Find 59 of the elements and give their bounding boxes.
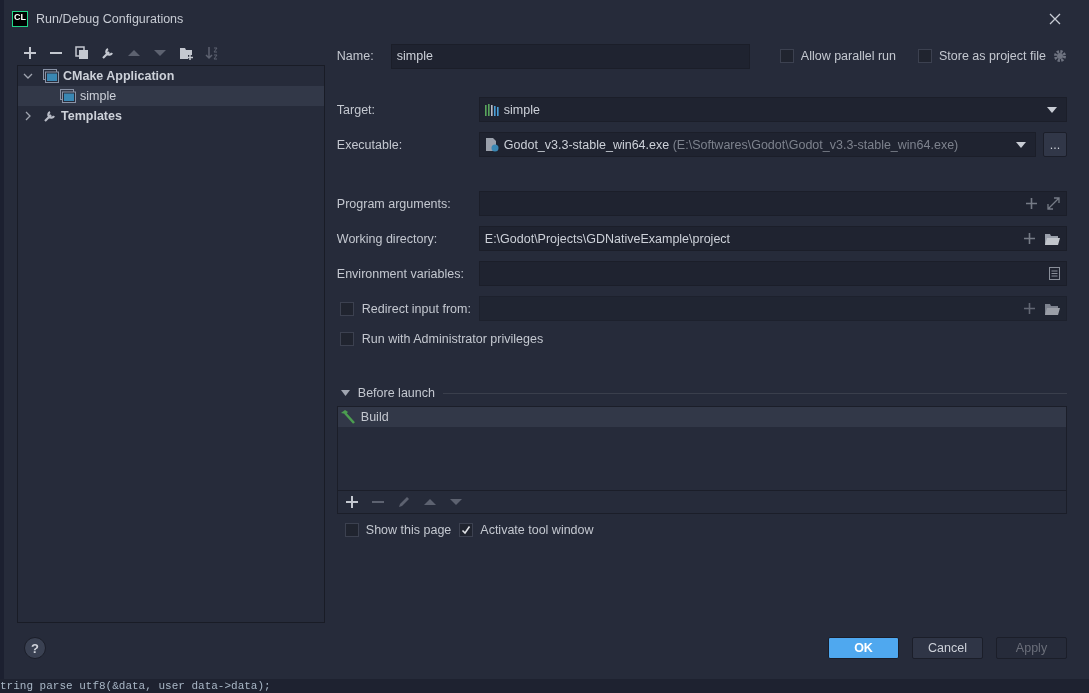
- input-field[interactable]: [478, 296, 1067, 321]
- document-icon[interactable]: [1049, 267, 1060, 280]
- name-label: Name:: [336, 49, 375, 63]
- help-button[interactable]: ?: [24, 637, 46, 659]
- dropdown-arrow-icon[interactable]: [1047, 106, 1057, 113]
- option-label: Show this page: [365, 523, 452, 537]
- tree-item[interactable]: simple: [18, 86, 324, 107]
- option-label: Activate tool window: [480, 523, 594, 537]
- bars-icon: [484, 103, 499, 116]
- folder-icon[interactable]: [1045, 232, 1060, 245]
- window-title: Run/Debug Configurations: [36, 12, 184, 26]
- checkbox[interactable]: [339, 301, 354, 316]
- browse-button[interactable]: ...: [1043, 132, 1067, 157]
- field-label: Environment variables:: [336, 266, 465, 281]
- window-icon: [43, 69, 59, 84]
- executable-label: Executable:: [336, 137, 404, 152]
- checkbox[interactable]: [339, 332, 354, 346]
- close-icon[interactable]: [1049, 13, 1061, 25]
- option-label: Store as project file: [939, 49, 1046, 63]
- copy-icon[interactable]: [75, 45, 89, 60]
- dropdown-arrow-icon[interactable]: [1016, 141, 1026, 148]
- app-logo: CL: [12, 11, 28, 27]
- add-icon[interactable]: [1026, 198, 1037, 209]
- input-field[interactable]: E:\Godot\Projects\GDNativeExample\project: [478, 226, 1067, 251]
- task-item[interactable]: Build: [337, 407, 1066, 427]
- tree-item[interactable]: CMake Application: [18, 66, 324, 87]
- name-field[interactable]: simple: [390, 43, 750, 69]
- code-line: tring parse utf8(&data, user data->data);: [0, 680, 271, 692]
- option-label: Allow parallel run: [800, 49, 896, 63]
- input-field[interactable]: [478, 191, 1067, 216]
- add-icon[interactable]: [23, 45, 37, 60]
- executable-dropdown[interactable]: Godot_v3.3-stable_win64.exe (E:\Softwares\Godot\Godot_v3.3-stable_win64.exe): [478, 132, 1036, 157]
- wrench-icon: [43, 109, 57, 124]
- field-label: Working directory:: [336, 231, 439, 246]
- folder-icon[interactable]: [1045, 302, 1060, 315]
- target-dropdown[interactable]: simple: [478, 97, 1067, 122]
- collapse-triangle-icon[interactable]: [340, 390, 350, 396]
- checkbox[interactable]: [918, 49, 932, 63]
- tree-item[interactable]: Templates: [18, 106, 324, 127]
- checkbox[interactable]: [344, 523, 359, 537]
- option-label: Run with Administrator privileges: [361, 332, 544, 346]
- window-icon: [60, 89, 76, 104]
- expand-icon[interactable]: [1047, 197, 1060, 210]
- checkbox[interactable]: [459, 523, 474, 537]
- section-title: Before launch: [357, 386, 435, 400]
- field-label: Redirect input from:: [361, 301, 471, 316]
- add-icon[interactable]: [1024, 233, 1035, 244]
- checkbox[interactable]: [779, 49, 794, 63]
- folder-plus-icon[interactable]: [179, 45, 193, 60]
- add-icon[interactable]: [344, 495, 359, 509]
- input-field[interactable]: [478, 261, 1067, 286]
- field-label: Program arguments:: [336, 196, 452, 211]
- target-label: Target:: [336, 102, 377, 117]
- wrench-icon[interactable]: [101, 45, 115, 60]
- file-icon: [484, 137, 499, 152]
- settings-icon[interactable]: [1053, 49, 1067, 63]
- dialog-button[interactable]: Cancel: [912, 637, 983, 659]
- hammer-icon: [339, 410, 356, 424]
- chevron-right-icon[interactable]: [23, 111, 33, 122]
